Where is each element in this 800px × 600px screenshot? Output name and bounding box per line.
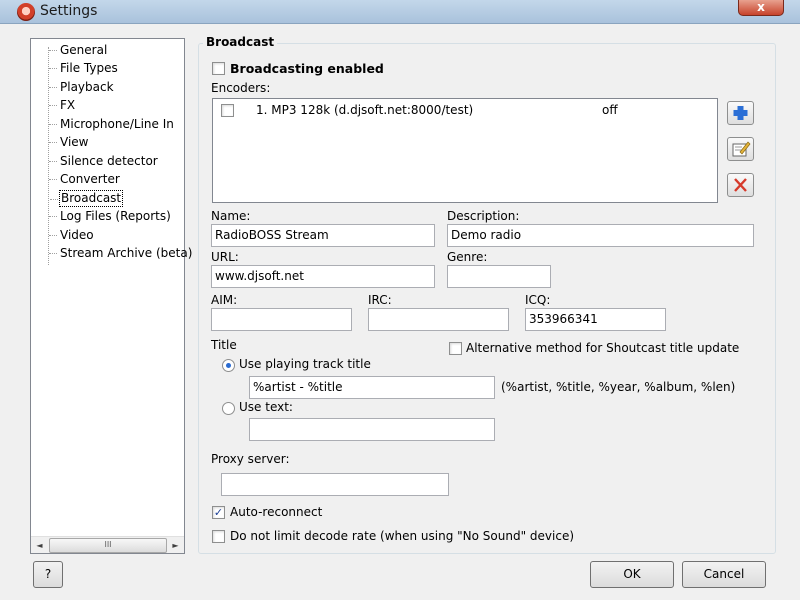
alt-method-label: Alternative method for Shoutcast title u… — [466, 341, 740, 355]
title-bar[interactable]: Settings x — [0, 0, 800, 24]
scroll-left-arrow-icon[interactable]: ◄ — [31, 537, 48, 554]
tree-item-video[interactable]: Video — [49, 227, 95, 244]
broadcasting-enabled-checkbox[interactable] — [212, 62, 225, 75]
settings-category-tree[interactable]: General File Types Playback FX Microphon… — [30, 38, 192, 554]
tree-item-general[interactable]: General — [48, 42, 108, 59]
encoder-row[interactable]: 1. MP3 128k (d.djsoft.net:8000/test) off — [213, 99, 717, 121]
icq-label: ICQ: — [525, 293, 551, 307]
irc-input[interactable] — [368, 308, 509, 331]
use-text-radio[interactable] — [222, 402, 235, 415]
tree-connector-line — [48, 47, 49, 265]
tree-item-silence-detector[interactable]: Silence detector — [49, 153, 159, 170]
use-track-title-label: Use playing track title — [239, 357, 371, 371]
close-button[interactable]: x — [738, 0, 784, 16]
no-limit-decode-checkbox[interactable] — [212, 530, 225, 543]
aim-input[interactable] — [211, 308, 352, 331]
broadcast-group-title: Broadcast — [203, 35, 278, 49]
tree-item-fx[interactable]: FX — [48, 97, 76, 114]
edit-encoder-button[interactable] — [727, 137, 754, 161]
title-section-label: Title — [211, 338, 237, 352]
auto-reconnect-checkbox[interactable]: ✓ — [212, 506, 225, 519]
delete-icon — [734, 178, 747, 192]
alt-method-checkbox[interactable] — [449, 342, 462, 355]
irc-label: IRC: — [368, 293, 392, 307]
encoder-name: 1. MP3 128k (d.djsoft.net:8000/test) — [256, 103, 474, 117]
add-encoder-button[interactable] — [727, 101, 754, 125]
cancel-button[interactable]: Cancel — [682, 561, 766, 588]
encoders-label: Encoders: — [211, 81, 271, 95]
url-input[interactable]: www.djsoft.net — [211, 265, 435, 288]
genre-label: Genre: — [447, 250, 488, 264]
name-label: Name: — [211, 209, 251, 223]
check-mark-icon: ✓ — [213, 506, 224, 519]
genre-input[interactable] — [447, 265, 551, 288]
use-track-title-radio[interactable] — [222, 359, 235, 372]
description-input[interactable]: Demo radio — [447, 224, 754, 247]
edit-icon — [732, 141, 751, 157]
proxy-server-label: Proxy server: — [211, 452, 290, 466]
tree-item-stream-archive[interactable]: Stream Archive (beta) — [48, 245, 193, 262]
tree-horizontal-scrollbar[interactable]: ◄ III ► — [31, 536, 184, 553]
url-label: URL: — [211, 250, 239, 264]
tree-item-playback[interactable]: Playback — [49, 79, 115, 96]
tree-item-broadcast[interactable]: Broadcast — [49, 190, 124, 207]
settings-window: Settings x General File Types Playback F… — [0, 0, 800, 600]
scroll-right-arrow-icon[interactable]: ► — [167, 537, 184, 554]
title-macros-hint: (%artist, %title, %year, %album, %len) — [501, 380, 736, 394]
tree-item-view[interactable]: View — [48, 134, 89, 151]
tree-item-microphone[interactable]: Microphone/Line In — [49, 116, 175, 133]
scroll-thumb[interactable]: III — [49, 538, 167, 553]
encoder-status: off — [602, 103, 618, 117]
tree-item-log-files[interactable]: Log Files (Reports) — [49, 208, 172, 225]
icq-input[interactable]: 353966341 — [525, 308, 666, 331]
proxy-server-input[interactable] — [221, 473, 449, 496]
broadcasting-enabled-label: Broadcasting enabled — [230, 61, 384, 76]
help-button[interactable]: ? — [33, 561, 63, 588]
tree-item-file-types[interactable]: File Types — [49, 60, 119, 77]
aim-label: AIM: — [211, 293, 238, 307]
encoders-list[interactable]: 1. MP3 128k (d.djsoft.net:8000/test) off — [212, 98, 718, 203]
window-title: Settings — [40, 3, 98, 19]
no-limit-decode-label: Do not limit decode rate (when using "No… — [230, 529, 575, 543]
use-text-label: Use text: — [239, 400, 293, 414]
ok-button[interactable]: OK — [590, 561, 674, 588]
delete-encoder-button[interactable] — [727, 173, 754, 197]
plus-icon — [733, 106, 748, 120]
encoder-enabled-checkbox[interactable] — [221, 104, 234, 117]
auto-reconnect-label: Auto-reconnect — [230, 505, 323, 519]
name-input[interactable]: RadioBOSS Stream — [211, 224, 435, 247]
use-text-input[interactable] — [249, 418, 495, 441]
track-title-format-input[interactable]: %artist - %title — [249, 376, 495, 399]
tree-item-converter[interactable]: Converter — [49, 171, 121, 188]
app-logo-icon — [17, 3, 35, 21]
description-label: Description: — [447, 209, 520, 223]
